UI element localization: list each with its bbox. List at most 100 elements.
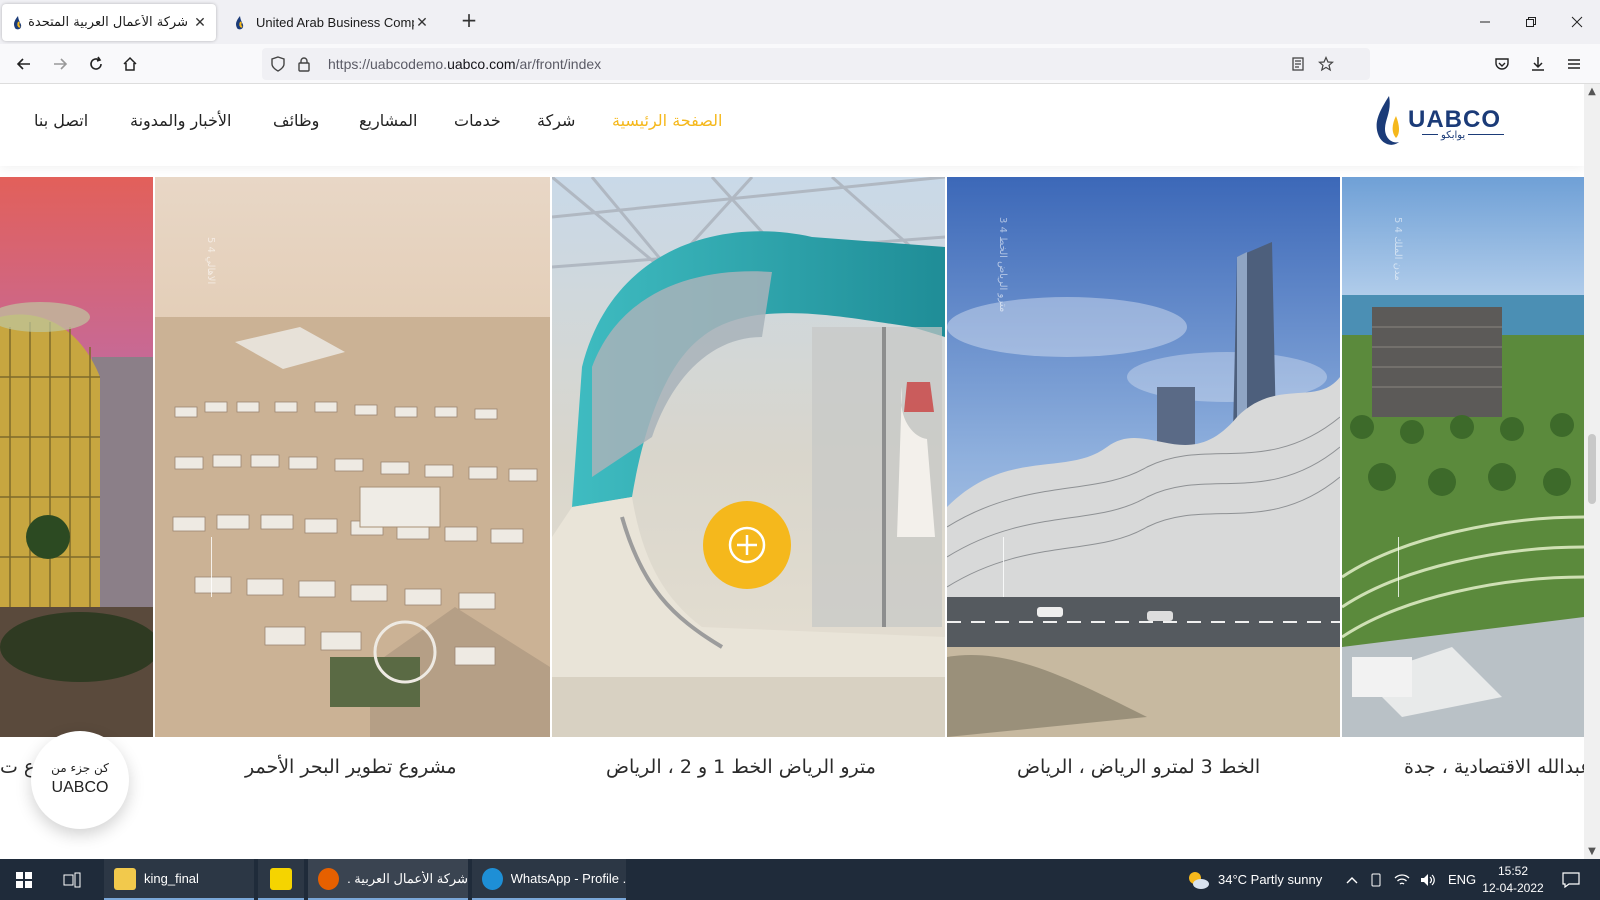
- reload-button[interactable]: [84, 52, 108, 76]
- back-button[interactable]: [12, 52, 36, 76]
- close-tab-icon[interactable]: ✕: [414, 15, 430, 31]
- menu-item-jobs[interactable]: وظائف: [273, 111, 319, 130]
- pocket-icon: [1495, 58, 1509, 70]
- url-text[interactable]: https://uabcodemo.uabco.com/ar/front/ind…: [328, 56, 601, 72]
- app-menu-button[interactable]: [1562, 52, 1586, 76]
- web-page: اتصل بنا الأخبار والمدونة وظائف المشاريع…: [0, 84, 1584, 859]
- start-button[interactable]: [10, 859, 38, 900]
- screen: شركة الأعمال العربية المتحدة ✕ United Ar…: [0, 0, 1600, 900]
- scroll-up-icon[interactable]: ▲: [1584, 86, 1600, 97]
- tab-uabco-english[interactable]: United Arab Business Company ✕: [224, 4, 438, 41]
- clock-date: 12-04-2022: [1482, 881, 1544, 895]
- uabco-favicon-icon: [232, 15, 248, 31]
- arrow-left-icon: [16, 58, 30, 70]
- reader-view-icon[interactable]: [1290, 56, 1306, 76]
- player-icon: [270, 867, 292, 890]
- lock-icon[interactable]: [296, 56, 312, 76]
- wifi-icon: [1394, 873, 1410, 885]
- slide-caption[interactable]: مترو الرياض الخط 1 و 2 ، الرياض: [606, 756, 876, 778]
- task-view-button[interactable]: [58, 859, 86, 900]
- taskbar-app-player[interactable]: [258, 859, 304, 900]
- taskbar-app-firefox[interactable]: شركة الأعمال العربية ...: [308, 859, 468, 900]
- volume-button[interactable]: [1420, 859, 1436, 900]
- restore-icon: [1526, 17, 1536, 27]
- url-bar[interactable]: https://uabcodemo.uabco.com/ar/front/ind…: [262, 48, 1370, 80]
- tab-title: United Arab Business Company: [256, 15, 414, 30]
- windows-logo-icon: [16, 871, 32, 888]
- new-tab-button[interactable]: +: [458, 10, 480, 32]
- taskbar-app-label: king_final: [144, 871, 199, 886]
- join-line-2: UABCO: [51, 779, 109, 796]
- firefox-icon: [318, 867, 339, 890]
- slide-vertical-label: مترو الرياض الخط 4 3: [997, 217, 1008, 313]
- menu-item-contact[interactable]: اتصل بنا: [34, 111, 88, 130]
- downloads-button[interactable]: [1526, 52, 1550, 76]
- project-slide-image[interactable]: [0, 177, 153, 737]
- restore-button[interactable]: [1508, 0, 1554, 44]
- slide-caption[interactable]: عبدالله الاقتصادية ، جدة: [1404, 756, 1584, 778]
- weather-widget[interactable]: 34°C Partly sunny: [1186, 859, 1322, 900]
- chevron-up-icon: [1346, 876, 1358, 883]
- slide-caption[interactable]: مشروع تطوير البحر الأحمر: [245, 756, 457, 778]
- close-window-button[interactable]: [1554, 0, 1600, 44]
- edge-icon: [482, 867, 503, 890]
- hamburger-menu-icon: [1568, 59, 1580, 69]
- page-scrollbar[interactable]: ▲ ▼: [1584, 84, 1600, 859]
- minimize-button[interactable]: [1462, 0, 1508, 44]
- plus-circle-icon: [728, 526, 766, 564]
- tab-uabco-arabic[interactable]: شركة الأعمال العربية المتحدة ✕: [2, 4, 216, 41]
- scroll-down-icon[interactable]: ▼: [1584, 846, 1600, 857]
- arrow-right-icon: [54, 58, 68, 70]
- notification-icon: [1562, 871, 1580, 888]
- download-icon: [1532, 57, 1544, 71]
- reload-icon: [90, 56, 102, 70]
- slide-divider-line: [211, 537, 212, 597]
- shield-icon[interactable]: [270, 56, 286, 76]
- site-header: اتصل بنا الأخبار والمدونة وظائف المشاريع…: [0, 84, 1584, 166]
- tab-title: شركة الأعمال العربية المتحدة: [28, 15, 188, 30]
- folder-icon: [114, 867, 136, 890]
- minimize-icon: [1480, 21, 1490, 23]
- menu-item-news[interactable]: الأخبار والمدونة: [130, 111, 231, 130]
- menu-item-company[interactable]: شركة: [537, 111, 575, 130]
- menu-item-home[interactable]: الصفحة الرئيسية: [612, 111, 722, 130]
- browser-tab-bar: شركة الأعمال العربية المتحدة ✕ United Ar…: [0, 0, 1600, 44]
- forward-button[interactable]: [48, 52, 72, 76]
- taskbar-app-king-final[interactable]: king_final: [104, 859, 254, 900]
- view-project-button[interactable]: [703, 501, 791, 589]
- logo-arabic-text: يوابكو: [1438, 130, 1469, 141]
- language-indicator[interactable]: ENG: [1448, 859, 1476, 900]
- partly-sunny-icon: [1189, 871, 1209, 889]
- project-slide-image[interactable]: مدن الملك 4 5: [1342, 177, 1584, 737]
- project-slide-image[interactable]: مترو الرياض الخط 4 3: [947, 177, 1340, 737]
- bookmark-star-icon[interactable]: [1317, 56, 1335, 76]
- close-tab-icon[interactable]: ✕: [192, 15, 208, 31]
- url-scheme: https://uabcodemo.: [328, 56, 448, 72]
- slide-caption[interactable]: الخط 3 لمترو الرياض ، الرياض: [1017, 756, 1260, 778]
- uabco-logo[interactable]: UABCO يوابكو: [1372, 94, 1512, 154]
- speaker-icon: [1421, 873, 1435, 886]
- taskbar-app-label: WhatsApp - Profile ...: [510, 871, 626, 886]
- show-hidden-icons-button[interactable]: [1346, 859, 1358, 900]
- browser-nav-bar: https://uabcodemo.uabco.com/ar/front/ind…: [0, 44, 1600, 84]
- taskbar-app-edge[interactable]: WhatsApp - Profile ...: [472, 859, 626, 900]
- url-path: /ar/front/index: [515, 56, 602, 72]
- join-uabco-button[interactable]: كن جزء من UABCO: [31, 731, 129, 829]
- device-button[interactable]: [1370, 859, 1382, 900]
- url-host: uabco.com: [447, 56, 516, 72]
- clock[interactable]: 15:52 12-04-2022: [1478, 863, 1548, 897]
- home-button[interactable]: [118, 52, 142, 76]
- scrollbar-thumb[interactable]: [1588, 434, 1596, 504]
- home-icon: [123, 56, 137, 71]
- project-slide-image[interactable]: 5 4 الاهالي: [155, 177, 550, 737]
- task-view-icon: [63, 872, 81, 887]
- project-slide-image-active[interactable]: [552, 177, 945, 737]
- windows-taskbar: king_final شركة الأعمال العربية ... What…: [0, 859, 1600, 900]
- notifications-button[interactable]: [1562, 859, 1580, 900]
- network-button[interactable]: [1394, 859, 1410, 900]
- menu-item-projects[interactable]: المشاريع: [359, 111, 417, 130]
- menu-item-services[interactable]: خدمات: [454, 111, 501, 130]
- device-icon: [1371, 873, 1381, 886]
- pocket-button[interactable]: [1490, 52, 1514, 76]
- slide-divider-line: [1398, 537, 1399, 597]
